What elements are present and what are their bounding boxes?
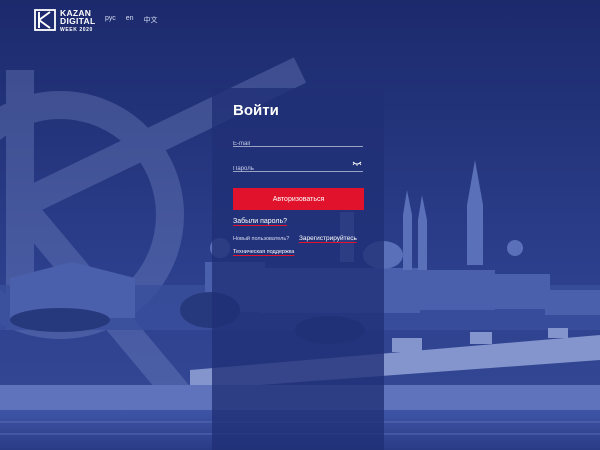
password-input[interactable] [233,163,343,175]
logo-mark-icon [34,9,56,31]
logo-line-2: DIGITAL [60,16,96,26]
login-title: Войти [233,102,279,119]
email-field [233,132,363,150]
lang-zh[interactable]: 中文 [144,15,158,25]
tech-support-link[interactable]: Техническая поддержка [233,249,294,255]
new-user-label: Новый пользователь? [233,236,290,242]
password-field [233,157,363,175]
lang-ru[interactable]: рус [105,15,116,25]
register-link[interactable]: Зарегистрируйтесь [299,235,357,242]
top-bar: KAZAN DIGITAL WEEK 2020 рус en 中文 [0,0,600,40]
lang-en[interactable]: en [126,15,134,25]
eye-toggle-icon[interactable] [352,158,362,168]
language-switcher: рус en 中文 [105,15,158,25]
logo-text: KAZAN DIGITAL WEEK 2020 [60,9,95,34]
logo-line-3: WEEK 2020 [60,27,93,33]
forgot-password-link[interactable]: Забыли пароль? [233,218,287,225]
login-submit-button[interactable]: Авторизоваться [233,188,364,210]
page: KAZAN DIGITAL WEEK 2020 рус en 中文 Войти … [0,0,600,450]
email-input[interactable] [233,138,343,150]
